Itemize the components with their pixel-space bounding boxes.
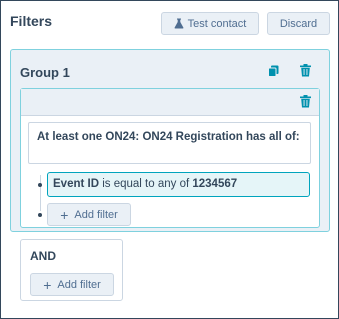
tree-connector bbox=[40, 175, 41, 211]
panel-title: Filters bbox=[10, 13, 53, 29]
and-label: AND bbox=[30, 249, 56, 263]
add-filter-label: Add filter bbox=[57, 278, 101, 291]
filter-operator: is equal to any of bbox=[99, 178, 193, 190]
filters-panel: Filters Test contact Discard Group 1 At … bbox=[0, 0, 339, 319]
filter-card-header bbox=[21, 89, 319, 116]
trash-icon[interactable] bbox=[300, 64, 311, 77]
group-title: Group 1 bbox=[20, 65, 70, 80]
filter-property: Event ID bbox=[53, 178, 100, 190]
test-contact-button[interactable]: Test contact bbox=[161, 12, 259, 35]
filter-group: Group 1 At least one ON24: ON24 Registra… bbox=[10, 49, 330, 232]
condition-text: At least one ON24: ON24 Registration has… bbox=[37, 131, 300, 143]
tree-bullet bbox=[38, 183, 42, 187]
test-contact-label: Test contact bbox=[187, 17, 247, 30]
add-filter-button[interactable]: + Add filter bbox=[30, 273, 114, 296]
filter-card: At least one ON24: ON24 Registration has… bbox=[20, 88, 320, 228]
and-group: AND + Add filter bbox=[20, 239, 123, 301]
trash-icon[interactable] bbox=[300, 95, 311, 108]
discard-button[interactable]: Discard bbox=[267, 12, 330, 35]
add-filter-button[interactable]: + Add filter bbox=[47, 203, 131, 226]
tree-bullet bbox=[38, 213, 42, 217]
plus-icon: + bbox=[43, 276, 52, 293]
copy-icon[interactable] bbox=[268, 65, 279, 77]
filter-rule-event-id[interactable]: Event ID is equal to any of 1234567 bbox=[47, 172, 310, 197]
plus-icon: + bbox=[60, 206, 69, 223]
association-condition[interactable]: At least one ON24: ON24 Registration has… bbox=[28, 122, 311, 164]
filter-value: 1234567 bbox=[192, 178, 238, 190]
add-filter-label: Add filter bbox=[74, 208, 118, 221]
flask-icon bbox=[174, 18, 184, 29]
